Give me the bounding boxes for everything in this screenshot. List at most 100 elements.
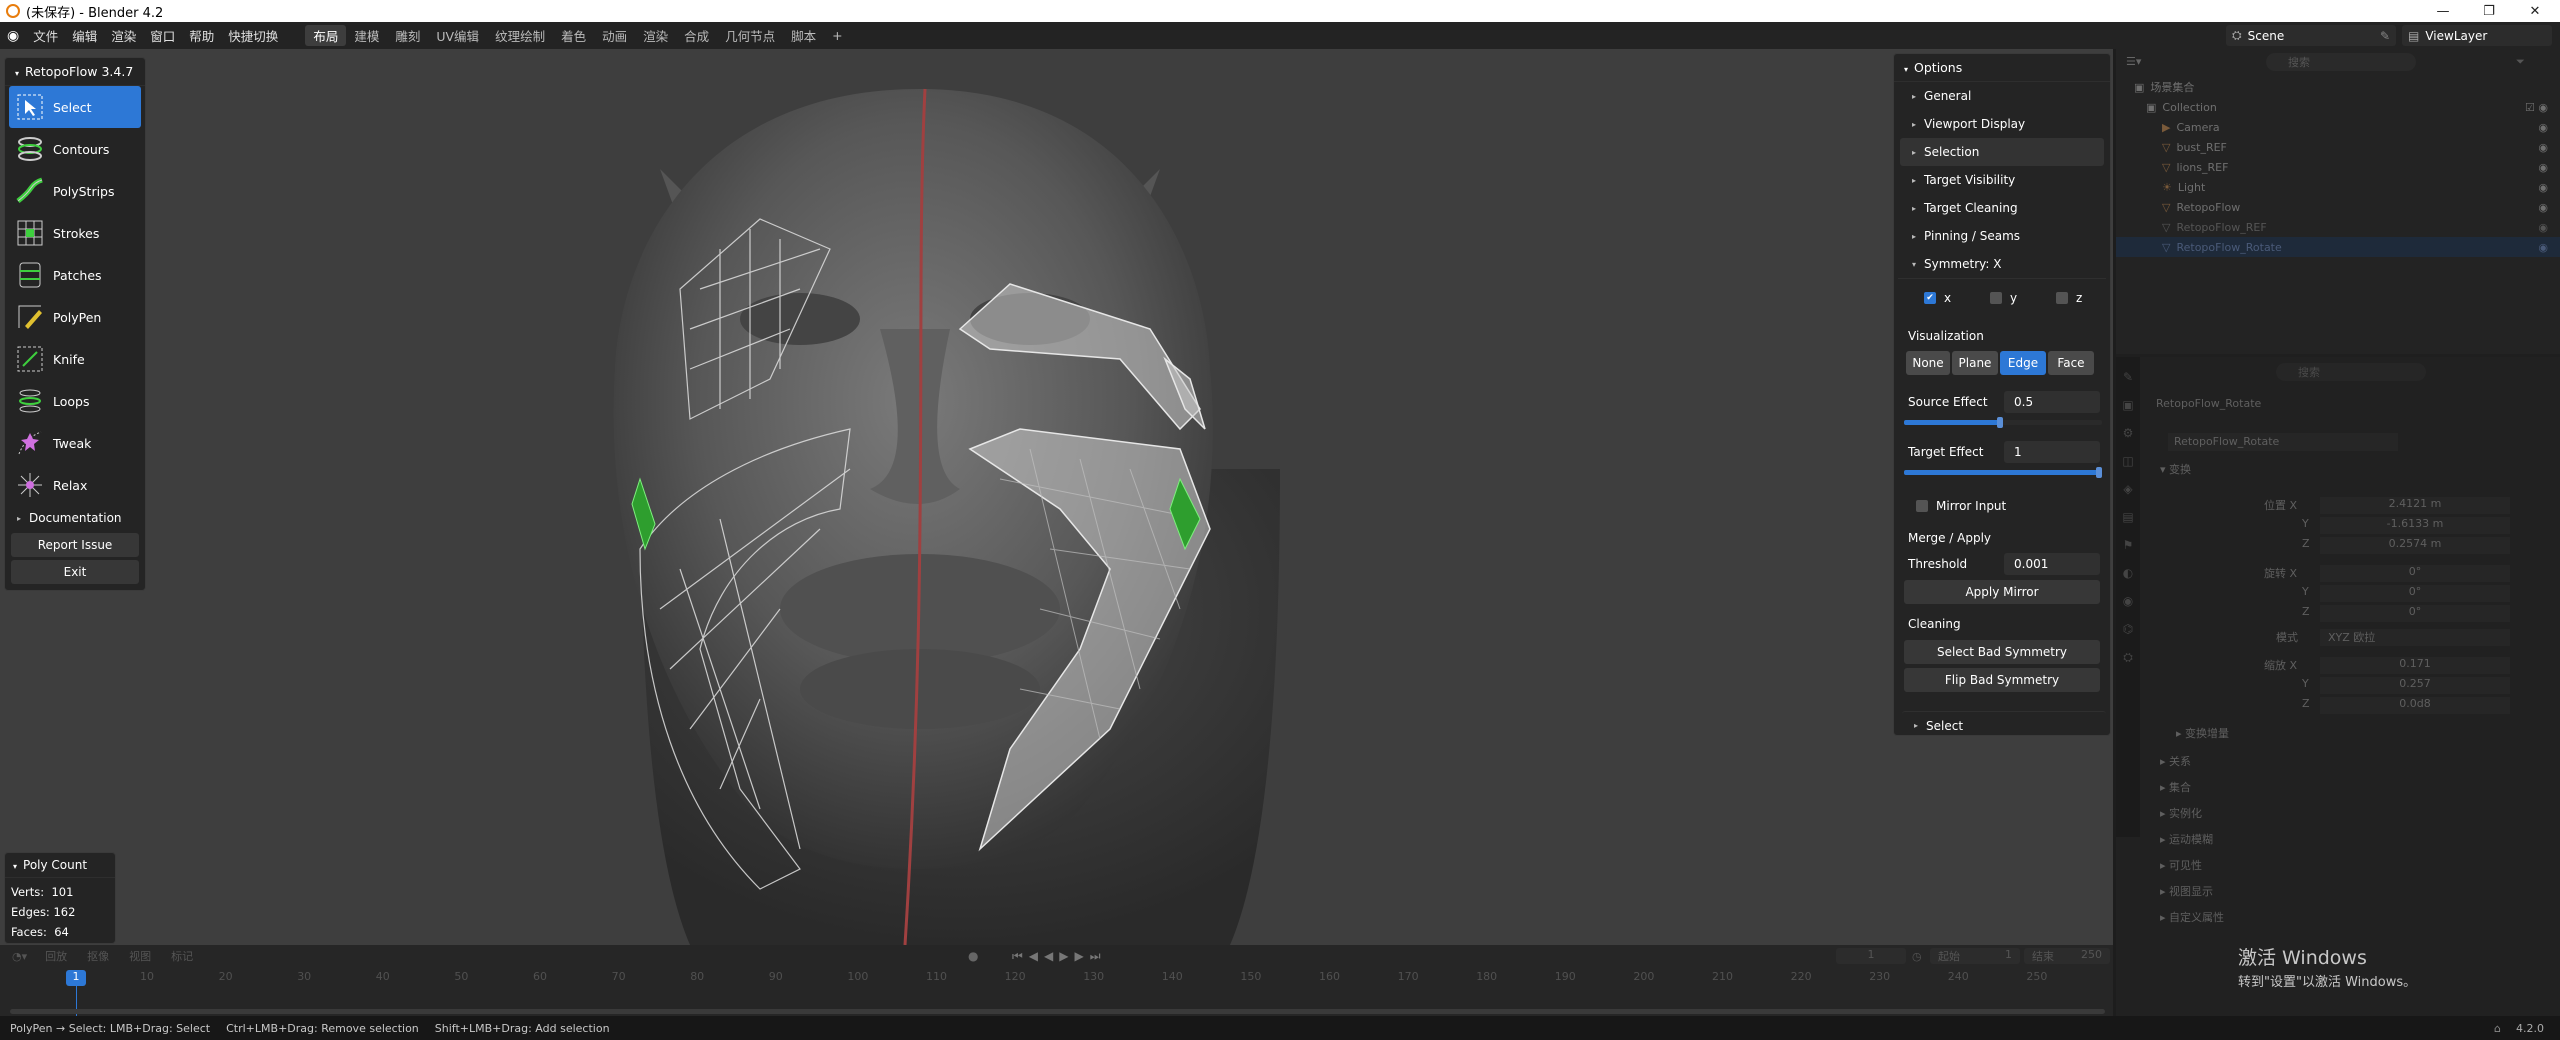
poly-count-title[interactable]: ▾ Poly Count [5,853,115,878]
source-effect-input[interactable]: 0.5 [2004,391,2100,413]
section-target-cleaning[interactable]: ▸ Target Cleaning [1900,194,2104,222]
section-pinning-seams[interactable]: ▸ Pinning / Seams [1900,222,2104,250]
tab-geometry-nodes[interactable]: 几何节点 [717,25,783,46]
outliner-row-light[interactable]: ☀ Light ◉ [2116,177,2560,197]
outliner-row-retopoflow-rotate[interactable]: ▽ RetopoFlow_Rotate ◉ [2116,237,2560,257]
3d-viewport[interactable]: ▾ RetopoFlow 3.4.7 Select Contours PolySt… [0,49,2113,945]
tool-relax[interactable]: Relax [9,464,141,506]
apply-mirror-button[interactable]: Apply Mirror [1904,580,2100,604]
tool-contours[interactable]: Contours [9,128,141,170]
playhead-frame[interactable]: 1 [66,970,86,986]
tool-polypen[interactable]: PolyPen [9,296,141,338]
menu-quick-switch[interactable]: 快捷切换 [221,22,285,49]
timeline-menu-playback[interactable]: 回放 [45,948,67,964]
minimize-icon[interactable]: — [2420,0,2466,22]
section-delta-transform[interactable]: ▸ 变换增量 [2176,725,2229,741]
mirror-input-toggle[interactable]: Mirror Input [1916,499,2006,513]
threshold-input[interactable]: 0.001 [2004,553,2100,575]
playback-controls-icon[interactable]: ⏮◀◀▶▶⏭ [1012,949,1107,964]
tab-scripting[interactable]: 脚本 [783,25,824,46]
slider-knob[interactable] [1997,417,2003,428]
outliner-row-retopoflow-ref[interactable]: ▽ RetopoFlow_REF ◉ [2116,217,2560,237]
tool-tweak[interactable]: Tweak [9,422,141,464]
exit-button[interactable]: Exit [11,560,139,584]
section-viewport-display[interactable]: ▸ Viewport Display [1900,110,2104,138]
tool-select[interactable]: Select [9,86,141,128]
symmetry-x-toggle[interactable]: ✔ x [1924,291,1951,305]
outliner-row-bust-ref[interactable]: ▽ bust_REF ◉ [2116,137,2560,157]
report-issue-button[interactable]: Report Issue [11,533,139,557]
source-effect-slider[interactable] [1904,417,2102,428]
frame-ruler[interactable]: 10 20 30 40 50 60 70 80 90 100 110 120 130 140 150 160 1… [0,967,2113,987]
menu-window[interactable]: 窗口 [143,22,182,49]
section-motion-blur[interactable]: ▸ 运动模糊 [2160,831,2213,847]
location-y-field[interactable]: -1.6133 m [2320,517,2510,534]
location-x-field[interactable]: 2.4121 m [2320,497,2510,514]
section-target-visibility[interactable]: ▸ Target Visibility [1900,166,2104,194]
current-frame-field[interactable]: 1 [1836,948,1906,964]
scale-x-field[interactable]: 0.171 [2320,657,2510,674]
timeline-menu-view[interactable]: 视图 [129,948,151,964]
outliner-row-retopoflow[interactable]: ▽ RetopoFlow ◉ [2116,197,2560,217]
tab-rendering[interactable]: 渲染 [635,25,676,46]
pin-icon[interactable]: ✎ [2380,29,2390,43]
transform-section-header[interactable]: ▾ 变换 [2160,461,2191,477]
end-frame-field[interactable]: 结束 250 [2024,948,2110,964]
menu-render[interactable]: 渲染 [104,22,143,49]
symmetry-z-toggle[interactable]: z [2056,291,2082,305]
tab-layout[interactable]: 布局 [305,25,347,46]
scale-z-field[interactable]: 0.0d8 [2320,697,2510,714]
section-instancing[interactable]: ▸ 实例化 [2160,805,2202,821]
visibility-icon[interactable]: ◉ [2538,181,2548,194]
outliner-row-lions-ref[interactable]: ▽ lions_REF ◉ [2116,157,2560,177]
close-icon[interactable]: ✕ [2512,0,2558,22]
vis-edge-button[interactable]: Edge [2000,351,2046,375]
tool-strokes[interactable]: Strokes [9,212,141,254]
section-symmetry[interactable]: ▾ Symmetry: X [1900,250,2104,278]
section-viewport-display[interactable]: ▸ 视图显示 [2160,883,2213,899]
tool-knife[interactable]: Knife [9,338,141,380]
tool-patches[interactable]: Patches [9,254,141,296]
vis-none-button[interactable]: None [1906,351,1950,375]
object-name-field[interactable]: RetopoFlow_Rotate [2168,433,2398,451]
visibility-icon[interactable]: ◉ [2538,201,2548,214]
tab-uv-editing[interactable]: UV编辑 [428,25,487,46]
visibility-icon[interactable]: ◉ [2538,141,2548,154]
timeline-menu-marker[interactable]: 标记 [171,948,193,964]
tool-loops[interactable]: Loops [9,380,141,422]
menu-help[interactable]: 帮助 [182,22,221,49]
outliner-row-collection[interactable]: ▣ Collection ☑ ◉ [2116,97,2560,117]
section-visibility[interactable]: ▸ 可见性 [2160,857,2202,873]
blender-menu-icon[interactable]: ◉ [0,22,26,49]
tab-shading[interactable]: 着色 [553,25,594,46]
tab-compositing[interactable]: 合成 [676,25,717,46]
tab-modeling[interactable]: 建模 [346,25,387,46]
scene-selector[interactable]: ⛭ Scene ✎ [2226,25,2396,46]
flip-bad-symmetry-button[interactable]: Flip Bad Symmetry [1904,668,2100,692]
timeline-editor-type-icon[interactable]: ◔▾ [12,950,27,963]
add-workspace-button[interactable]: + [824,25,850,46]
viewlayer-selector[interactable]: ▤ ViewLayer [2402,25,2552,46]
visibility-icon[interactable]: ◉ [2538,121,2548,134]
section-selection[interactable]: ▸ Selection [1900,138,2104,166]
retopoflow-title[interactable]: ▾ RetopoFlow 3.4.7 [5,58,145,86]
options-title[interactable]: ▾ Options [1894,54,2110,82]
location-z-field[interactable]: 0.2574 m [2320,537,2510,554]
tool-polystrips[interactable]: PolyStrips [9,170,141,212]
visibility-icon[interactable]: ☑ ◉ [2525,101,2548,114]
rotation-x-field[interactable]: 0° [2320,565,2510,582]
rotation-y-field[interactable]: 0° [2320,585,2510,602]
visibility-icon[interactable]: ◉ [2538,241,2548,254]
visibility-icon[interactable]: ◉ [2538,221,2548,234]
vis-plane-button[interactable]: Plane [1952,351,1998,375]
section-general[interactable]: ▸ General [1900,82,2104,110]
properties-search[interactable]: 搜索 [2276,363,2426,381]
section-custom-properties[interactable]: ▸ 自定义属性 [2160,909,2224,925]
properties-tab-icons[interactable]: ✎ ▣ ⚙ ◫ ◈ ▤ ⚑ ◐ ◉ ⌬ ⛭ [2116,357,2140,671]
start-frame-field[interactable]: 起始 1 [1930,948,2020,964]
tab-sculpting[interactable]: 雕刻 [387,25,428,46]
vis-face-button[interactable]: Face [2048,351,2094,375]
section-select[interactable]: ▸ Select [1902,711,2106,739]
record-icon[interactable]: ● [968,949,978,963]
scene-collection[interactable]: ▣ 场景集合 [2116,77,2560,97]
